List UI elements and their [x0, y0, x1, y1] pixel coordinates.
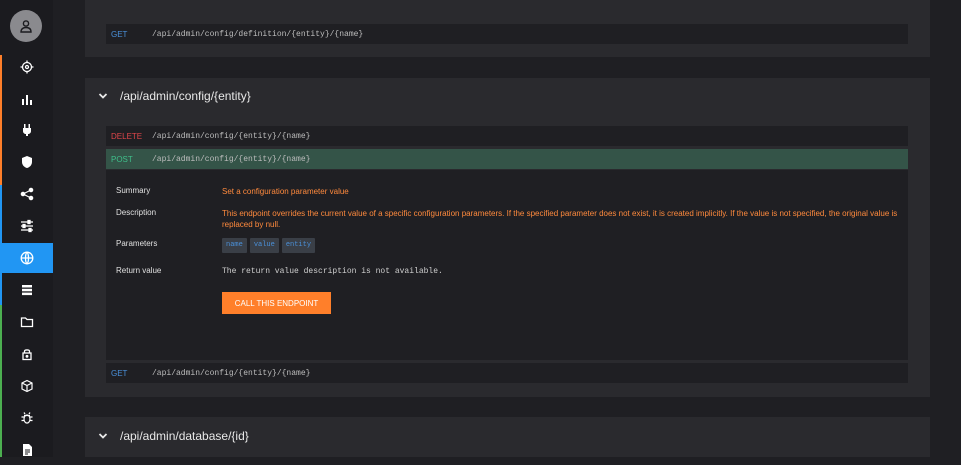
main-content: GET /api/admin/config/definition/{entity…: [53, 0, 961, 457]
database-icon: [21, 285, 32, 296]
chevron-down-icon: [98, 93, 108, 99]
route-path: /api/admin/config/{entity}/{name}: [152, 368, 311, 378]
route-path: /api/admin/config/{entity}/{name}: [152, 131, 311, 141]
user-icon: [20, 20, 32, 33]
plug-icon: [22, 124, 31, 136]
route-path: /api/admin/config/{entity}/{name}: [152, 154, 311, 164]
sidebar-item-docs[interactable]: [0, 435, 53, 465]
endpoint-group-database: /api/admin/database/{id}: [85, 417, 930, 457]
route-row[interactable]: GET /api/admin/config/{entity}/{name}: [106, 363, 908, 383]
lock-icon: [21, 349, 32, 361]
share-icon: [20, 187, 33, 201]
summary-value: Set a configuration parameter value: [222, 187, 349, 196]
description-value: This endpoint overrides the current valu…: [222, 209, 898, 229]
user-avatar[interactable]: [10, 10, 42, 42]
sidebar-item-api[interactable]: [0, 243, 53, 273]
sidebar-item-packages[interactable]: [0, 371, 53, 401]
sidebar-item-target[interactable]: [0, 52, 53, 82]
group-header[interactable]: /api/admin/database/{id}: [98, 428, 249, 444]
method-badge: DELETE: [111, 131, 143, 141]
method-badge: GET: [111, 29, 128, 39]
endpoint-details: Summary Set a configuration parameter va…: [106, 170, 908, 360]
sidebar-item-debug[interactable]: [0, 403, 53, 433]
group-header[interactable]: /api/admin/config/{entity}: [98, 88, 251, 104]
document-icon: [22, 444, 32, 456]
parameters-label: Parameters: [116, 239, 158, 248]
route-path: /api/admin/config/definition/{entity}/{n…: [152, 29, 364, 39]
sidebar-item-statistics[interactable]: [0, 84, 53, 114]
sidebar-item-lock[interactable]: [0, 339, 53, 369]
sidebar-item-plugins[interactable]: [0, 115, 53, 145]
target-icon: [20, 60, 33, 74]
cube-icon: [20, 379, 33, 393]
globe-icon: [20, 251, 33, 265]
sidebar-item-database[interactable]: [0, 275, 53, 305]
sidebar-item-share[interactable]: [0, 179, 53, 209]
endpoint-group-definition: GET /api/admin/config/definition/{entity…: [85, 0, 930, 57]
return-value-label: Return value: [116, 266, 162, 275]
method-badge: GET: [111, 368, 128, 378]
bar-chart-icon: [21, 95, 32, 105]
return-value: The return value description is not avai…: [222, 267, 443, 276]
sliders-icon: [20, 219, 33, 233]
endpoint-group-config: /api/admin/config/{entity} DELETE /api/a…: [85, 78, 930, 397]
folder-icon: [20, 317, 33, 328]
sidebar-item-files[interactable]: [0, 307, 53, 337]
param-name: name: [222, 238, 247, 253]
summary-label: Summary: [116, 186, 151, 195]
method-badge: POST: [111, 154, 133, 164]
bug-icon: [21, 412, 32, 424]
group-title: /api/admin/database/{id}: [120, 429, 249, 443]
sidebar-item-settings[interactable]: [0, 211, 53, 241]
route-row[interactable]: GET /api/admin/config/definition/{entity…: [106, 24, 908, 44]
route-row[interactable]: DELETE /api/admin/config/{entity}/{name}: [106, 126, 908, 146]
param-value: value: [249, 238, 279, 253]
param-entity: entity: [281, 238, 316, 253]
group-title: /api/admin/config/{entity}: [120, 89, 251, 103]
call-endpoint-button[interactable]: CALL THIS ENDPOINT: [222, 292, 331, 314]
shield-icon: [21, 156, 32, 168]
route-row-selected[interactable]: POST /api/admin/config/{entity}/{name}: [106, 149, 908, 169]
sidebar-item-security[interactable]: [0, 147, 53, 177]
sidebar: [0, 0, 54, 457]
parameters-list: name value entity: [222, 238, 318, 253]
description-label: Description: [116, 208, 157, 217]
chevron-down-icon: [98, 433, 108, 439]
